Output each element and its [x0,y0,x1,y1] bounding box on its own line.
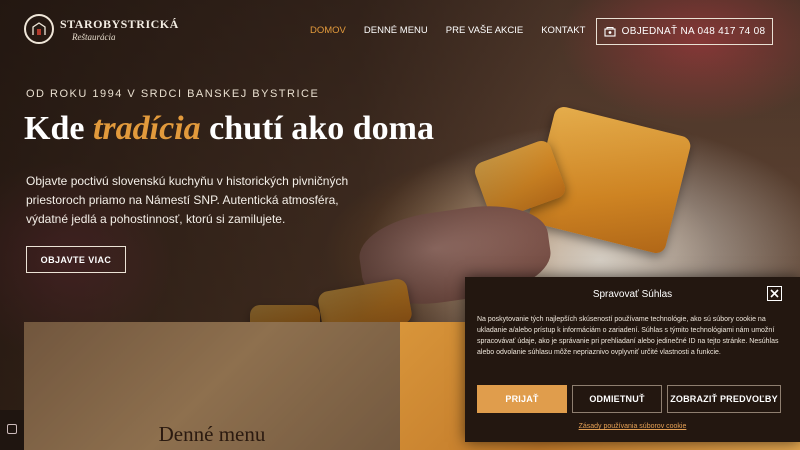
deny-button[interactable]: ODMIETNUŤ [572,385,662,413]
logo[interactable]: STAROBYSTRICKÁ Reštaurácia [24,14,179,44]
daily-menu-title: Denné menu [158,422,266,446]
headline-part: Kde [24,110,93,147]
preferences-button[interactable]: ZOBRAZIŤ PREDVOĽBY [667,385,781,413]
hero-headline: Kde tradícia chutí ako doma [24,110,434,148]
explore-more-button[interactable]: OBJAVTE VIAC [26,246,126,273]
accept-button[interactable]: PRIJAŤ [477,385,567,413]
cookie-policy-link[interactable]: Zásady používania súborov cookie [465,423,800,430]
accessibility-icon[interactable] [7,424,17,434]
hero-kicker: OD ROKU 1994 V SRDCI BANSKEJ BYSTRICE [26,88,320,100]
cookie-title: Spravovať Súhlas [592,289,673,300]
main-nav: DOMOV DENNÉ MENU PRE VAŠE AKCIE KONTAKT [310,25,585,36]
daily-menu-card[interactable]: Denné menu [24,322,400,450]
order-phone-button[interactable]: OBJEDNAŤ NA 048 417 74 08 [596,18,773,45]
nav-item-daily-menu[interactable]: DENNÉ MENU [364,25,428,36]
phone-icon [604,26,616,37]
close-icon[interactable] [767,286,782,301]
cookie-consent-dialog: Spravovať Súhlas Na poskytovanie tých na… [465,277,800,442]
headline-part: chutí ako doma [200,110,434,147]
nav-item-home[interactable]: DOMOV [310,25,346,36]
logo-subtitle: Reštaurácia [72,31,116,42]
hero-description: Objavte poctivú slovenskú kuchyňu v hist… [26,174,349,226]
logo-emblem-icon [24,14,54,44]
site-header: STAROBYSTRICKÁ Reštaurácia DOMOV DENNÉ M… [0,0,800,64]
nav-item-contact[interactable]: KONTAKT [541,25,585,36]
nav-item-events[interactable]: PRE VAŠE AKCIE [446,25,523,36]
order-phone-label: OBJEDNAŤ NA 048 417 74 08 [621,26,766,37]
logo-title: STAROBYSTRICKÁ [60,16,179,31]
headline-accent: tradícia [92,110,201,147]
cookie-text: Na poskytovanie tých najlepších skúsenos… [477,316,779,356]
